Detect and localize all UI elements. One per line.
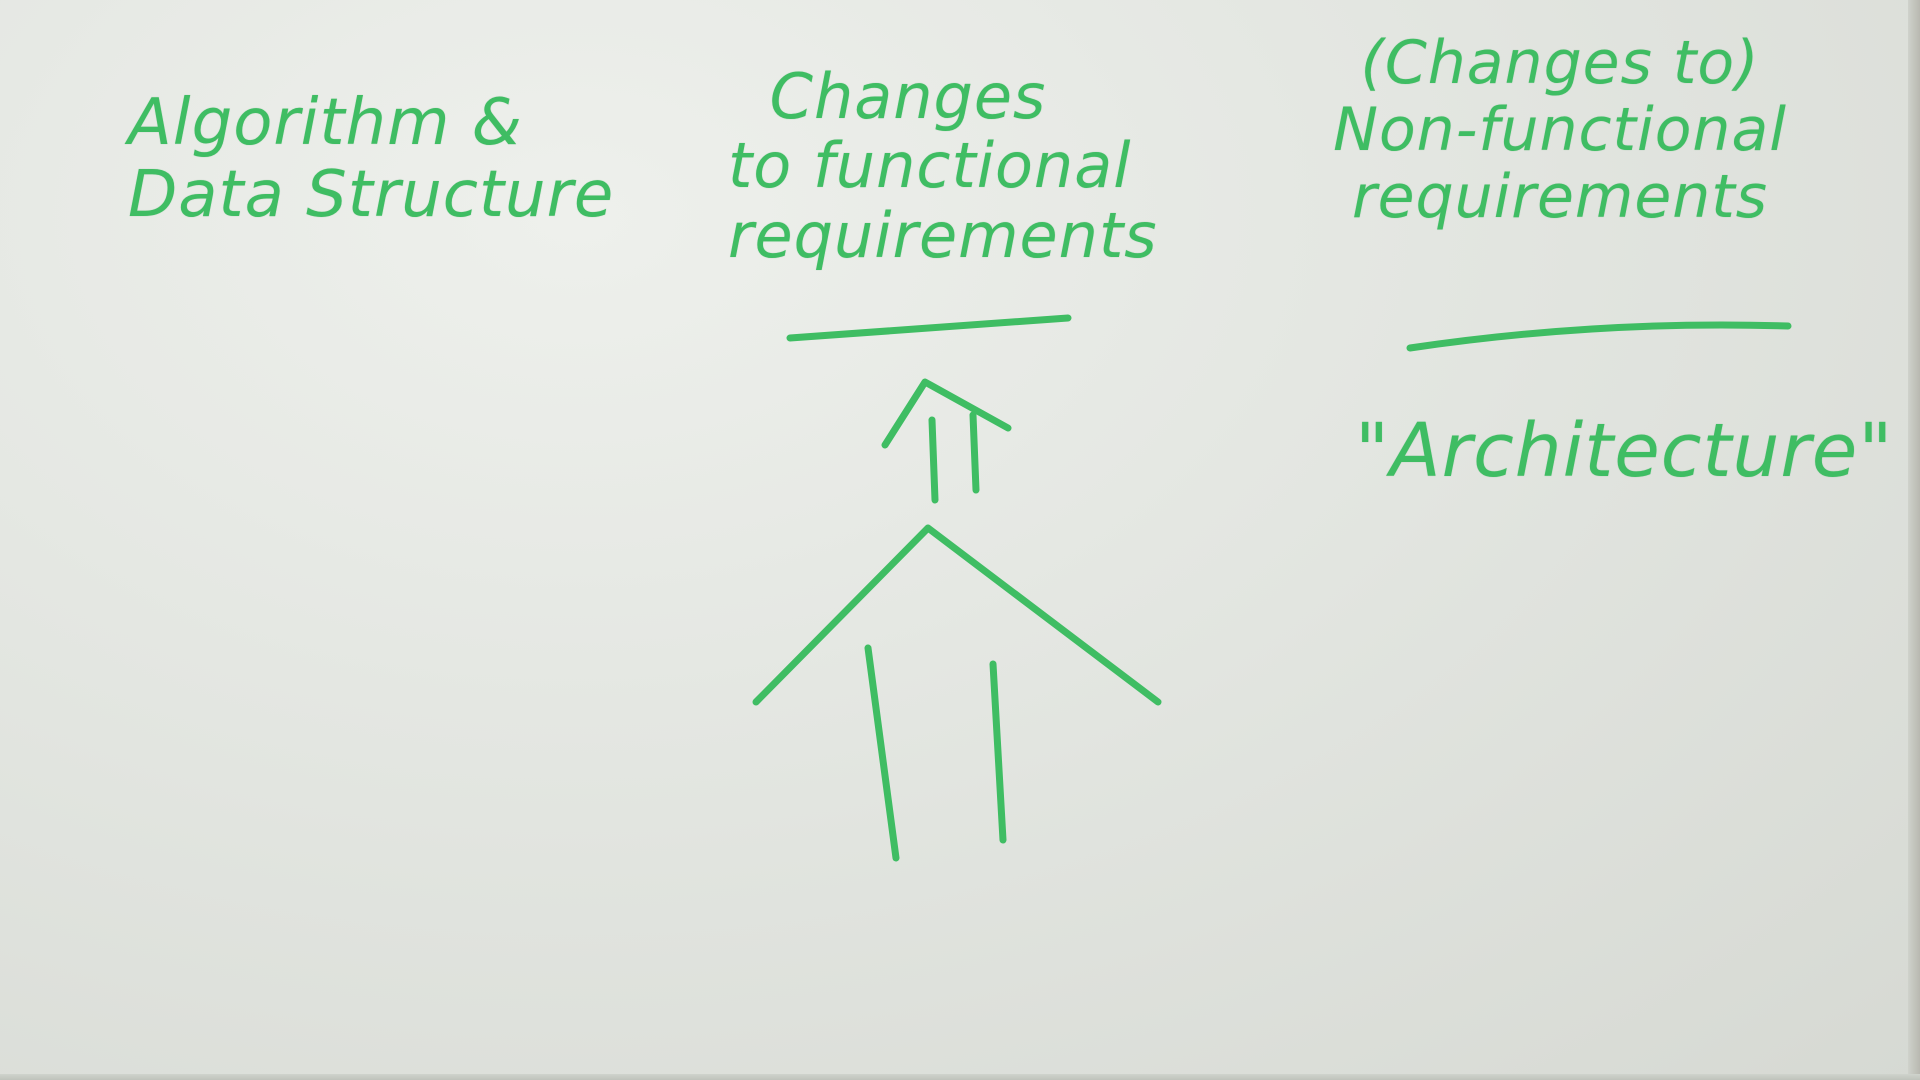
right-underline [1406, 321, 1792, 352]
algorithm-data-structure-heading: Algorithm & Data Structure [128, 86, 615, 232]
large-arrow-shaft-left [864, 644, 900, 862]
middle-heading-line-2: to functional [728, 129, 1132, 203]
middle-underline [786, 314, 1072, 342]
left-heading-line-2: Data Structure [128, 157, 615, 232]
right-heading-line-1: (Changes to) [1360, 28, 1760, 98]
small-arrow-shaft-right [969, 411, 980, 494]
small-arrow-head [881, 378, 1012, 449]
functional-requirements-heading: Changes to functional requirements [728, 60, 1158, 272]
middle-heading-line-1: Changes [769, 60, 1047, 133]
left-heading-line-1: Algorithm & [128, 86, 523, 160]
architecture-label: "Architecture" [1355, 408, 1894, 494]
middle-heading-line-3: requirements [728, 198, 1158, 272]
right-heading-line-2: Non-functional [1333, 95, 1787, 166]
large-arrow-shaft-right [989, 660, 1007, 844]
non-functional-requirements-heading: (Changes to) Non-functional requirements [1310, 28, 1810, 233]
small-arrow-shaft-left [928, 416, 939, 504]
whiteboard-frame-right [1908, 0, 1920, 1080]
whiteboard: Algorithm & Data Structure Changes to fu… [0, 0, 1920, 1080]
large-arrow-head [752, 524, 1162, 706]
whiteboard-frame-bottom [0, 1074, 1920, 1080]
right-heading-line-3: requirements [1351, 162, 1769, 233]
